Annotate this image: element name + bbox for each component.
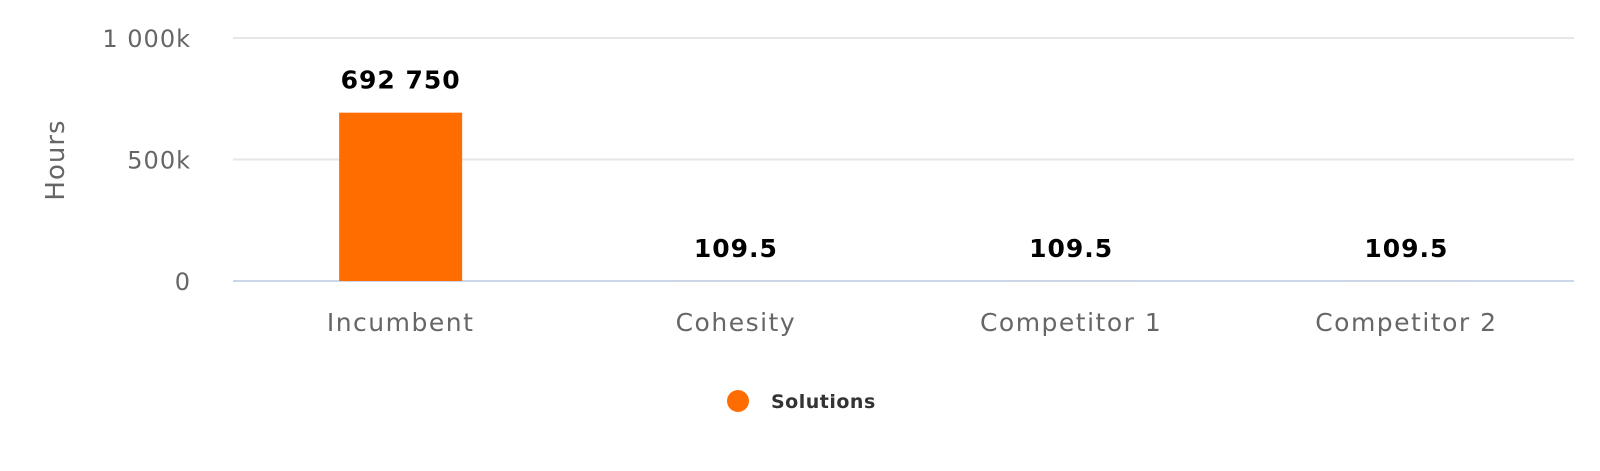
legend-label[interactable]: Solutions [771, 391, 876, 413]
bar-chart: 0 500k 1 000k Hours 692 750 109.5 109.5 109.5… [0, 0, 1600, 467]
bars [339, 113, 1468, 281]
x-axis-categories: Incumbent Cohesity Competitor 1 Competitor … [327, 308, 1498, 337]
y-tick-label: 500k [127, 147, 191, 175]
y-tick-label: 0 [175, 268, 191, 296]
data-label: 109.5 [694, 234, 778, 263]
x-category-label: Competitor 1 [980, 308, 1162, 337]
legend-marker-icon [727, 390, 749, 412]
x-category-label: Cohesity [676, 308, 797, 337]
x-category-label: Incumbent [327, 308, 475, 337]
x-category-label: Competitor 2 [1315, 308, 1497, 337]
bar-incumbent[interactable] [339, 113, 462, 281]
data-labels: 692 750 109.5 109.5 109.5 [341, 66, 1449, 263]
y-tick-label: 1 000k [102, 25, 191, 53]
legend[interactable]: Solutions [727, 390, 876, 413]
data-label: 692 750 [341, 66, 461, 95]
y-axis-ticks: 0 500k 1 000k [102, 25, 191, 296]
data-label: 109.5 [1364, 234, 1448, 263]
chart: 0 500k 1 000k Hours 692 750 109.5 109.5 109.5… [0, 0, 1600, 467]
y-axis-title: Hours [41, 119, 71, 200]
data-label: 109.5 [1029, 234, 1113, 263]
